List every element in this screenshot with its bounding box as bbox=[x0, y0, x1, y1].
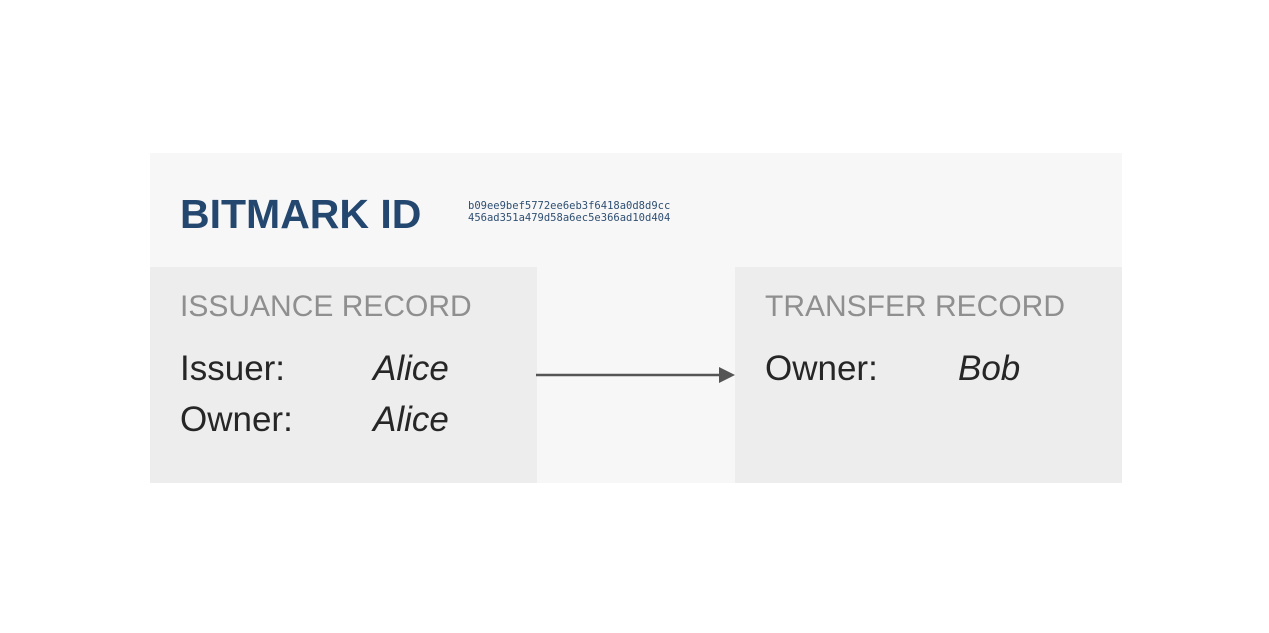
transfer-arrow bbox=[536, 367, 735, 383]
issuer-label: Issuer: bbox=[180, 349, 286, 388]
hash-line-1: b09ee9bef5772ee6eb3f6418a0d8d9cc bbox=[468, 200, 671, 212]
issuer-row: Issuer: Alice bbox=[180, 347, 520, 391]
page: BITMARK ID b09ee9bef5772ee6eb3f6418a0d8d… bbox=[0, 0, 1269, 633]
transfer-owner-value: Bob bbox=[958, 349, 1021, 388]
issuance-owner-row: Owner: Alice bbox=[180, 398, 520, 442]
issuance-record: ISSUANCE RECORD Issuer: Alice Owner: Ali… bbox=[150, 267, 537, 483]
issuance-owner-label: Owner: bbox=[180, 400, 293, 439]
hash-line-2: 456ad351a479d58a6ec5e366ad10d404 bbox=[468, 212, 671, 224]
transfer-record-title: TRANSFER RECORD bbox=[765, 290, 1066, 323]
bitmark-id-hash: b09ee9bef5772ee6eb3f6418a0d8d9cc 456ad35… bbox=[468, 200, 670, 224]
transfer-owner-label: Owner: bbox=[765, 349, 878, 388]
issuance-record-title: ISSUANCE RECORD bbox=[180, 290, 472, 323]
bitmark-id-title: BITMARK ID bbox=[180, 191, 422, 237]
issuance-owner-value: Alice bbox=[373, 400, 449, 439]
issuer-value: Alice bbox=[373, 349, 449, 388]
arrow-head bbox=[719, 367, 735, 383]
transfer-owner-row: Owner: Bob bbox=[765, 347, 1105, 391]
bitmark-panel: BITMARK ID b09ee9bef5772ee6eb3f6418a0d8d… bbox=[150, 153, 1122, 483]
transfer-record: TRANSFER RECORD Owner: Bob bbox=[735, 267, 1122, 483]
